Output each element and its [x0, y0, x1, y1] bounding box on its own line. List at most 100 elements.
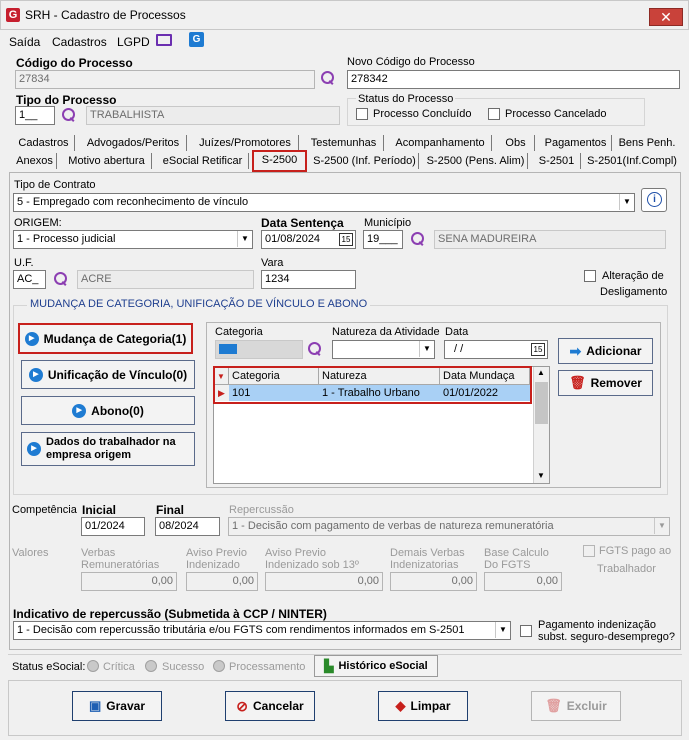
categoria-label: Categoria — [215, 326, 263, 338]
critica-radio — [87, 660, 99, 672]
origem-select[interactable]: 1 - Processo judicial ▼ — [13, 230, 253, 249]
categoria-color-swatch — [219, 344, 237, 354]
codigo-label: Código do Processo — [16, 56, 133, 70]
tab-s2500-inf-periodo[interactable]: S-2500 (Inf. Período) — [311, 153, 419, 169]
menu-cadastros[interactable]: Cadastros — [52, 35, 107, 49]
tipo-search-icon[interactable] — [61, 107, 77, 123]
novo-codigo-field[interactable]: 278342 — [347, 70, 680, 89]
remover-button[interactable]: 🗑 Remover — [558, 370, 653, 396]
limpar-button[interactable]: ◆ Limpar — [378, 691, 468, 721]
adicionar-label: Adicionar — [586, 344, 642, 358]
base-fgts-field: 0,00 — [484, 572, 562, 591]
tab-s2501[interactable]: S-2501 — [533, 153, 581, 169]
grid-cell-natureza[interactable]: 1 - Trabalho Urbano — [319, 385, 440, 401]
competencia-label: Competência — [12, 504, 77, 516]
uf-code-field[interactable]: AC_ — [13, 270, 46, 289]
eraser-icon: ◆ — [395, 698, 406, 713]
natureza-select[interactable]: ▼ — [332, 340, 435, 359]
pagamento-indenizacao-label: Pagamento indenização subst. seguro-desem… — [538, 619, 675, 643]
grid-header-categoria[interactable]: Categoria — [229, 368, 319, 385]
cancelar-button[interactable]: ⊘ Cancelar — [225, 691, 315, 721]
tipo-processo-desc: TRABALHISTA — [86, 106, 340, 125]
tab-s2500[interactable]: S-2500 — [252, 150, 307, 172]
calendar-icon[interactable]: 15 — [339, 233, 353, 246]
scroll-down-icon[interactable]: ▼ — [537, 471, 545, 480]
scroll-thumb[interactable] — [535, 382, 548, 424]
codigo-search-icon[interactable] — [320, 70, 336, 86]
tab-obs[interactable]: Obs — [497, 135, 535, 151]
grid-scrollbar[interactable]: ▲ ▼ — [533, 367, 549, 483]
tipo-processo-code[interactable]: 1__ — [15, 106, 55, 125]
tab-juizes[interactable]: Juízes/Promotores — [192, 135, 299, 151]
unificacao-vinculo-button[interactable]: ▶ Unificação de Vínculo(0) — [21, 360, 195, 389]
inicial-field[interactable]: 01/2024 — [81, 517, 145, 536]
abono-button[interactable]: ▶ Abono(0) — [21, 396, 195, 425]
close-button[interactable]: ✕ — [649, 8, 683, 26]
chevron-down-icon[interactable]: ▼ — [495, 622, 510, 638]
cancelado-label: Processo Cancelado — [505, 108, 607, 120]
gravar-label: Gravar — [106, 699, 145, 713]
grid-cell-data[interactable]: 01/01/2022 — [440, 385, 530, 401]
municipio-code-field[interactable]: 19___ — [363, 230, 403, 249]
final-field[interactable]: 08/2024 — [155, 517, 220, 536]
tab-bens-penh[interactable]: Bens Penh. — [617, 135, 677, 151]
novo-codigo-label: Novo Código do Processo — [347, 56, 475, 68]
tab-advogados[interactable]: Advogados/Peritos — [80, 135, 187, 151]
municipio-search-icon[interactable] — [410, 231, 426, 247]
mudanca-categoria-button[interactable]: ▶ Mudança de Categoria(1) — [18, 323, 193, 354]
tab-s2500-pens-alim[interactable]: S-2500 (Pens. Alim) — [424, 153, 528, 169]
grid-indicator-header: ▼ — [215, 368, 229, 385]
valores-label: Valores — [12, 547, 49, 559]
menu-saida[interactable]: Saída — [9, 35, 40, 49]
uf-name-field: ACRE — [77, 270, 254, 289]
cancelado-checkbox[interactable] — [488, 108, 500, 120]
aviso-label: Aviso Previo Indenizado — [186, 547, 247, 571]
tab-motivo-abertura[interactable]: Motivo abertura — [62, 153, 152, 169]
tab-anexos[interactable]: Anexos — [13, 153, 57, 169]
chevron-down-icon[interactable]: ▼ — [419, 341, 434, 357]
alteracao-desligamento-checkbox[interactable] — [584, 270, 596, 282]
menu-lgpd[interactable]: LGPD — [117, 35, 150, 49]
categoria-search-icon[interactable] — [307, 341, 323, 357]
vara-field[interactable]: 1234 — [261, 270, 356, 289]
categoria-field[interactable] — [215, 340, 303, 359]
play-icon: ▶ — [24, 331, 39, 346]
uf-search-icon[interactable] — [53, 271, 69, 287]
data-field[interactable]: / / 15 — [444, 340, 548, 359]
aviso-field: 0,00 — [186, 572, 258, 591]
chevron-down-icon[interactable]: ▼ — [237, 231, 252, 247]
calendar-icon[interactable]: 15 — [531, 343, 545, 356]
repercussao-label: Repercussão — [229, 504, 294, 516]
indicativo-select[interactable]: 1 - Decisão com repercussão tributária e… — [13, 621, 511, 640]
tab-pagamentos[interactable]: Pagamentos — [540, 135, 612, 151]
tipo-contrato-select[interactable]: 5 - Empregado com reconhecimento de vínc… — [13, 193, 635, 212]
tab-cadastros[interactable]: Cadastros — [13, 135, 75, 151]
data-sentenca-label: Data Sentença — [261, 216, 344, 230]
data-value: / / — [454, 343, 464, 355]
tab-s2501-inf-compl[interactable]: S-2501(Inf.Compl) — [586, 153, 678, 169]
gravar-button[interactable]: ▣ Gravar — [72, 691, 162, 721]
demais-label: Demais Verbas Indenizatorias — [390, 547, 465, 571]
concluido-checkbox[interactable] — [356, 108, 368, 120]
grid-header-data[interactable]: Data Mundaça — [440, 368, 530, 385]
play-icon: ▶ — [27, 442, 41, 456]
window-title: SRH - Cadastro de Processos — [25, 8, 186, 22]
monitor-icon[interactable] — [156, 34, 172, 46]
tab-testemunhas[interactable]: Testemunhas — [304, 135, 384, 151]
grid-header-natureza[interactable]: Natureza — [319, 368, 440, 385]
play-icon: ▶ — [72, 403, 87, 418]
app-g-icon[interactable]: G — [189, 32, 204, 47]
dados-trabalhador-button[interactable]: ▶ Dados do trabalhador na empresa origem — [21, 432, 195, 466]
scroll-up-icon[interactable]: ▲ — [537, 368, 545, 377]
adicionar-button[interactable]: ➡ Adicionar — [558, 338, 653, 364]
grid-cell-categoria[interactable]: 101 — [229, 385, 319, 401]
codigo-field[interactable]: 27834 — [15, 70, 315, 89]
tab-esocial-retificar[interactable]: eSocial Retificar — [157, 153, 249, 169]
tipo-processo-label: Tipo do Processo — [16, 93, 117, 107]
pagamento-indenizacao-checkbox[interactable] — [520, 625, 532, 637]
info-button[interactable]: i — [641, 188, 667, 212]
chevron-down-icon[interactable]: ▼ — [619, 194, 634, 210]
data-sentenca-field[interactable]: 01/08/2024 15 — [261, 230, 356, 249]
historico-esocial-button[interactable]: ▙ Histórico eSocial — [314, 655, 438, 677]
tab-acompanhamento[interactable]: Acompanhamento — [389, 135, 492, 151]
